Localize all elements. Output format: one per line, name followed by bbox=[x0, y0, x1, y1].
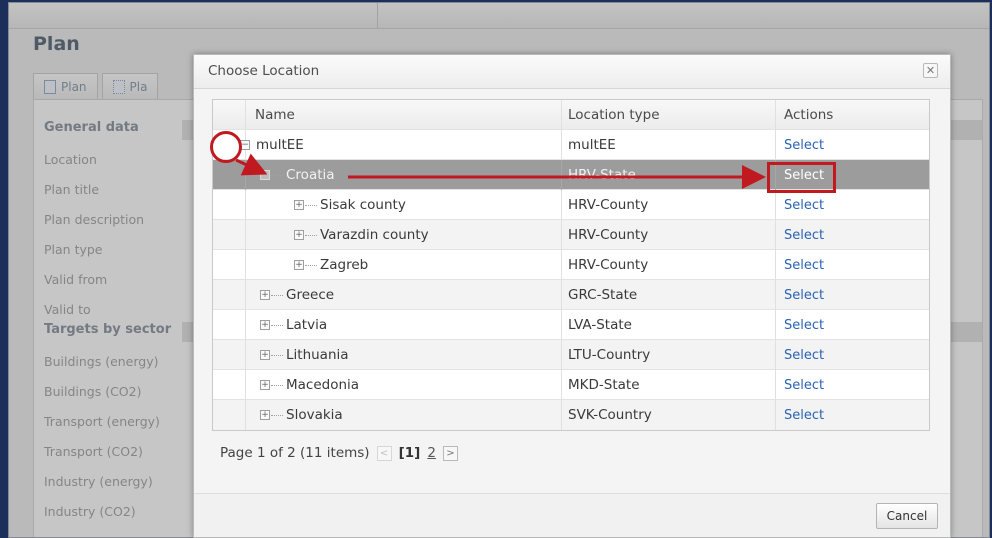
dialog-title: Choose Location bbox=[208, 63, 320, 79]
select-link[interactable]: Select bbox=[784, 258, 824, 273]
expand-icon[interactable]: + bbox=[294, 230, 304, 240]
location-type: SVK-Country bbox=[561, 400, 775, 430]
annotation-rectangle bbox=[767, 162, 836, 193]
location-name: Lithuania bbox=[286, 347, 349, 363]
collapse-icon[interactable]: − bbox=[260, 170, 270, 180]
select-link[interactable]: Select bbox=[784, 348, 824, 363]
location-name: Croatia bbox=[286, 167, 335, 183]
expand-icon[interactable]: + bbox=[294, 200, 304, 210]
choose-location-dialog: Choose Location ✕ Name Location type Act… bbox=[193, 54, 951, 538]
location-type: MKD-State bbox=[561, 370, 775, 400]
location-name: Macedonia bbox=[286, 377, 360, 393]
pager-summary: Page 1 of 2 (11 items) bbox=[220, 445, 370, 461]
expand-icon[interactable]: + bbox=[294, 260, 304, 270]
location-type: HRV-County bbox=[561, 190, 775, 220]
location-type: HRV-State bbox=[561, 160, 775, 190]
location-name: Varazdin county bbox=[320, 227, 429, 243]
tree-row[interactable]: + Greece GRC-State Select bbox=[213, 280, 929, 310]
location-name: multEE bbox=[256, 137, 304, 153]
column-header-location-type[interactable]: Location type bbox=[561, 100, 775, 130]
prev-page-button[interactable]: < bbox=[376, 445, 392, 461]
location-type: multEE bbox=[561, 130, 775, 160]
tree-row[interactable]: + Slovakia SVK-Country Select bbox=[213, 400, 929, 430]
select-link[interactable]: Select bbox=[784, 138, 824, 153]
pager: Page 1 of 2 (11 items) < [1] 2 > bbox=[220, 442, 458, 464]
cancel-button[interactable]: Cancel bbox=[876, 503, 938, 529]
select-link[interactable]: Select bbox=[784, 318, 824, 333]
dialog-footer: Cancel bbox=[194, 493, 950, 537]
location-name: Latvia bbox=[286, 317, 328, 333]
dialog-header: Choose Location ✕ bbox=[194, 55, 950, 89]
location-type: GRC-State bbox=[561, 280, 775, 310]
expand-icon[interactable]: + bbox=[260, 350, 270, 360]
location-type: LTU-Country bbox=[561, 340, 775, 370]
tree-row[interactable]: + Zagreb HRV-County Select bbox=[213, 250, 929, 280]
expand-icon[interactable]: + bbox=[260, 380, 270, 390]
select-link[interactable]: Select bbox=[784, 288, 824, 303]
tree-row[interactable]: + Sisak county HRV-County Select bbox=[213, 190, 929, 220]
next-page-button[interactable]: > bbox=[442, 445, 458, 461]
expand-icon[interactable]: + bbox=[260, 290, 270, 300]
location-grid: Name Location type Actions − multEE multEE… bbox=[212, 99, 930, 431]
select-link[interactable]: Select bbox=[784, 408, 824, 423]
tree-row[interactable]: + Lithuania LTU-Country Select bbox=[213, 340, 929, 370]
select-link[interactable]: Select bbox=[784, 378, 824, 393]
expand-icon[interactable]: + bbox=[260, 320, 270, 330]
tree-row[interactable]: + Latvia LVA-State Select bbox=[213, 310, 929, 340]
location-name: Sisak county bbox=[320, 197, 406, 213]
select-link[interactable]: Select bbox=[784, 198, 824, 213]
location-type: LVA-State bbox=[561, 310, 775, 340]
current-page: [1] bbox=[398, 445, 421, 461]
grid-header: Name Location type Actions bbox=[213, 100, 929, 130]
location-type: HRV-County bbox=[561, 220, 775, 250]
location-name: Greece bbox=[286, 287, 335, 303]
column-header-name[interactable]: Name bbox=[245, 100, 561, 130]
tree-row[interactable]: − multEE multEE Select bbox=[213, 130, 929, 160]
tree-row[interactable]: + Macedonia MKD-State Select bbox=[213, 370, 929, 400]
annotation-circle bbox=[210, 131, 242, 163]
location-name: Zagreb bbox=[320, 257, 369, 273]
tree-row[interactable]: + Varazdin county HRV-County Select bbox=[213, 220, 929, 250]
location-name: Slovakia bbox=[286, 407, 343, 423]
select-link[interactable]: Select bbox=[784, 228, 824, 243]
close-icon[interactable]: ✕ bbox=[923, 63, 938, 78]
expand-icon[interactable]: + bbox=[260, 410, 270, 420]
page-2-link[interactable]: 2 bbox=[427, 445, 436, 461]
location-type: HRV-County bbox=[561, 250, 775, 280]
column-header-actions: Actions bbox=[775, 100, 930, 130]
